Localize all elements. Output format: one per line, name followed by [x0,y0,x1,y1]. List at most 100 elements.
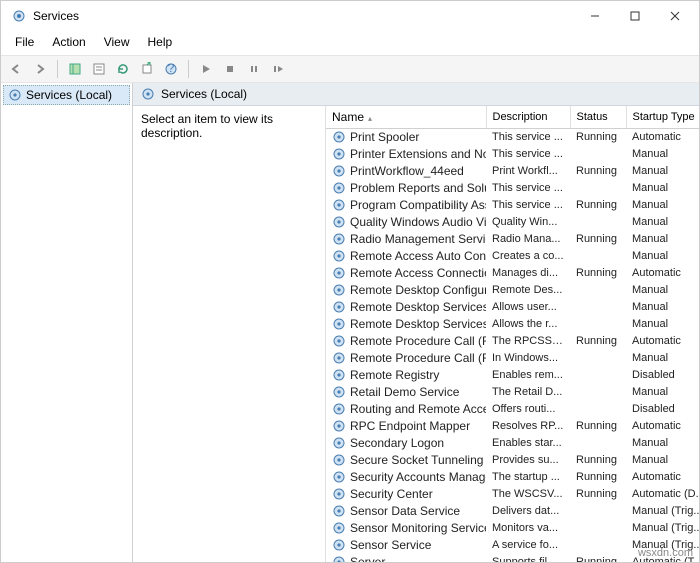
gear-icon [332,521,346,535]
column-startup-type[interactable]: Startup Type [626,106,699,129]
gear-icon [332,538,346,552]
service-name: Remote Desktop Services U... [350,317,486,331]
service-status [570,282,626,299]
pause-service-button[interactable] [243,58,265,80]
service-name: Remote Access Connection... [350,266,486,280]
service-status [570,350,626,367]
menu-help[interactable]: Help [140,33,181,51]
help-button[interactable]: ? [160,58,182,80]
service-row[interactable]: Printer Extensions and Notif...This serv… [326,146,699,163]
service-row[interactable]: Sensor Data ServiceDelivers dat...Manual… [326,503,699,520]
show-hide-tree-button[interactable] [64,58,86,80]
back-button[interactable] [5,58,27,80]
service-row[interactable]: Program Compatibility Assi...This servic… [326,197,699,214]
service-row[interactable]: Quality Windows Audio Vid...Quality Win.… [326,214,699,231]
service-description: Allows user... [486,299,570,316]
service-status: Running [570,486,626,503]
service-name: Security Center [350,487,433,501]
service-status [570,316,626,333]
stop-service-button[interactable] [219,58,241,80]
title-bar[interactable]: Services [1,1,699,31]
service-startup-type: Manual [626,435,699,452]
service-row[interactable]: PrintWorkflow_44eedPrint Workfl...Runnin… [326,163,699,180]
column-name[interactable]: Name▴ [326,106,486,129]
service-startup-type: Automatic [626,265,699,282]
minimize-button[interactable] [575,2,615,30]
maximize-button[interactable] [615,2,655,30]
service-description: In Windows... [486,350,570,367]
refresh-button[interactable] [112,58,134,80]
service-row[interactable]: Security CenterThe WSCSV...RunningAutoma… [326,486,699,503]
app-icon [11,8,27,24]
service-status: Running [570,231,626,248]
service-row[interactable]: Security Accounts ManagerThe startup ...… [326,469,699,486]
service-name: Remote Access Auto Conne... [350,249,486,263]
service-row[interactable]: Remote Desktop Configurat...Remote Des..… [326,282,699,299]
service-row[interactable]: Remote Access Connection...Manages di...… [326,265,699,282]
service-row[interactable]: Remote RegistryEnables rem...DisabledLoc [326,367,699,384]
service-description: This service ... [486,146,570,163]
service-row[interactable]: Remote Desktop Services U...Allows the r… [326,316,699,333]
menu-bar: File Action View Help [1,31,699,55]
menu-file[interactable]: File [7,33,42,51]
service-startup-type: Manual [626,197,699,214]
service-row[interactable]: Print SpoolerThis service ...RunningAuto… [326,129,699,146]
service-description: Remote Des... [486,282,570,299]
service-description: A service fo... [486,537,570,554]
service-row[interactable]: Radio Management ServiceRadio Mana...Run… [326,231,699,248]
properties-button[interactable] [88,58,110,80]
service-description: Supports fil... [486,554,570,563]
service-row[interactable]: Secure Socket Tunneling Pr...Provides su… [326,452,699,469]
window-title: Services [33,9,575,23]
menu-action[interactable]: Action [44,33,93,51]
tree-pane[interactable]: Services (Local) [1,83,133,562]
service-description: Resolves RP... [486,418,570,435]
service-row[interactable]: Remote Procedure Call (RP...In Windows..… [326,350,699,367]
service-description: Manages di... [486,265,570,282]
close-button[interactable] [655,2,695,30]
service-row[interactable]: Routing and Remote AccessOffers routi...… [326,401,699,418]
service-row[interactable]: Retail Demo ServiceThe Retail D...Manual… [326,384,699,401]
service-row[interactable]: Secondary LogonEnables star...ManualLoc [326,435,699,452]
restart-service-button[interactable] [267,58,289,80]
toolbar: ? [1,55,699,83]
service-row[interactable]: Sensor Monitoring ServiceMonitors va...M… [326,520,699,537]
service-name: Remote Desktop Configurat... [350,283,486,297]
service-status: Running [570,554,626,563]
service-status [570,503,626,520]
service-row[interactable]: RPC Endpoint MapperResolves RP...Running… [326,418,699,435]
service-status: Running [570,265,626,282]
export-button[interactable] [136,58,158,80]
gear-icon [332,181,346,195]
service-description: Provides su... [486,452,570,469]
service-row[interactable]: Remote Access Auto Conne...Creates a co.… [326,248,699,265]
service-startup-type: Manual [626,350,699,367]
service-row[interactable]: Remote Procedure Call (RPC)The RPCSS ...… [326,333,699,350]
gear-icon [332,266,346,280]
description-text: Select an item to view its description. [141,112,273,140]
gear-icon [332,147,346,161]
service-name: Program Compatibility Assi... [350,198,486,212]
service-startup-type: Manual [626,384,699,401]
menu-view[interactable]: View [96,33,138,51]
service-name: Remote Registry [350,368,439,382]
forward-button[interactable] [29,58,51,80]
service-startup-type: Automatic (D... [626,486,699,503]
service-status: Running [570,197,626,214]
service-status [570,384,626,401]
service-status [570,520,626,537]
service-row[interactable]: Problem Reports and Soluti...This servic… [326,180,699,197]
column-description[interactable]: Description [486,106,570,129]
service-row[interactable]: Remote Desktop ServicesAllows user...Man… [326,299,699,316]
gear-icon [332,402,346,416]
service-status: Running [570,452,626,469]
services-list[interactable]: Name▴ Description Status Startup Type Lo… [325,106,699,562]
service-description: Radio Mana... [486,231,570,248]
service-description: This service ... [486,129,570,146]
column-status[interactable]: Status [570,106,626,129]
service-description: Print Workfl... [486,163,570,180]
service-description: Offers routi... [486,401,570,418]
tree-root-node[interactable]: Services (Local) [3,85,130,105]
gear-icon [332,130,346,144]
start-service-button[interactable] [195,58,217,80]
